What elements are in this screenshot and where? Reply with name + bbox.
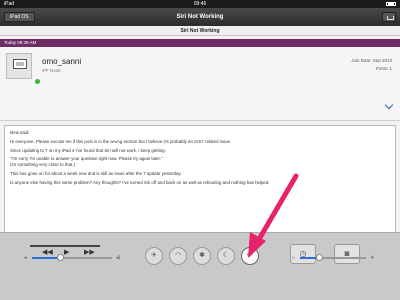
navigation-bar: Siri Not Working iPad OS (0, 8, 400, 26)
quote-author: klew said: (10, 130, 30, 135)
playback-scrubber[interactable] (30, 245, 100, 247)
post-date-bar: Today 09:39 AM (0, 39, 400, 47)
play-icon[interactable]: ▶ (64, 249, 69, 257)
user-title: iPF Noob (42, 68, 61, 73)
control-center: ◀◀ ▶ ▶▶ ◂ ◂) ✈ ◠ ✱ ☾ ⟳ ◷ ◙ ☼ ☀ (0, 232, 400, 300)
volume-knob[interactable] (56, 254, 64, 261)
clock: 09:46 (193, 1, 207, 7)
quote-block: klew said: Hi everyone. Please excuse me… (4, 125, 396, 237)
thread-title: Siri Not Working (0, 26, 400, 36)
do-not-disturb-toggle[interactable]: ☾ (217, 247, 235, 265)
post-header: omo_sanni iPF Noob Join Date: Sep 2013 P… (0, 47, 400, 121)
chevron-down-icon[interactable] (384, 100, 394, 110)
volume-low-icon: ◂ (24, 255, 27, 261)
quote-line: Since updating to 7 on my iPad 4 I've fo… (10, 147, 166, 153)
brightness-high-icon: ☀ (370, 255, 375, 261)
online-status-icon (35, 79, 40, 84)
volume-high-icon: ◂) (116, 255, 121, 261)
brightness-low-icon: ☼ (291, 255, 296, 261)
volume-fill (32, 257, 60, 259)
nav-title: Siri Not Working (176, 14, 224, 20)
status-bar: iPad 09:46 (0, 0, 400, 8)
device-icon (13, 59, 27, 69)
wifi-toggle[interactable]: ◠ (169, 247, 187, 265)
bluetooth-toggle[interactable]: ✱ (193, 247, 211, 265)
share-icon[interactable] (382, 12, 396, 22)
post-count: Posts: 1 (375, 66, 392, 71)
airplane-mode-toggle[interactable]: ✈ (145, 247, 163, 265)
next-track-icon[interactable]: ▶▶ (84, 249, 95, 257)
timer-button[interactable]: ◷ (290, 244, 316, 264)
quote-line: Hi everyone. Please excuse me if this po… (10, 138, 232, 144)
brightness-knob[interactable] (316, 254, 324, 261)
previous-track-icon[interactable]: ◀◀ (42, 249, 53, 257)
quote-line: This has gone on for about a week now an… (10, 170, 182, 176)
username-link[interactable]: omo_sanni (42, 57, 81, 66)
camera-icon: ◙ (344, 249, 350, 258)
rotation-lock-toggle[interactable]: ⟳ (241, 247, 259, 265)
quote-line: (Or something very close to that.) (10, 161, 75, 167)
join-date: Join Date: Sep 2013 (351, 58, 392, 63)
battery-icon (386, 2, 396, 6)
avatar[interactable] (6, 53, 32, 79)
back-button[interactable]: iPad OS (4, 12, 35, 22)
camera-button[interactable]: ◙ (334, 244, 360, 264)
quote-line: Is anyone else having this same problem?… (10, 179, 270, 185)
